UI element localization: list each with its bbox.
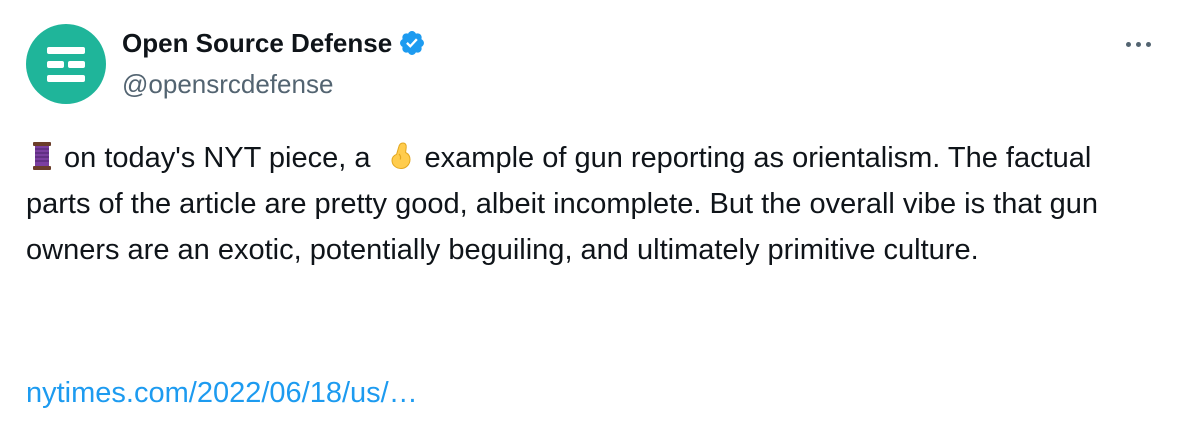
logo-bar-middle	[47, 60, 85, 68]
article-link[interactable]: nytimes.com/2022/06/18/us/…	[26, 370, 418, 416]
tweet-text-part-1: on today's NYT piece, a	[64, 142, 371, 174]
more-options-icon[interactable]	[1120, 30, 1156, 58]
verified-badge-icon[interactable]	[398, 29, 426, 57]
tweet-card[interactable]: Open Source Defense @opensrcdefense on t…	[0, 0, 1178, 438]
tweet-text: on today's NYT piece, a example of gun r…	[26, 135, 1156, 273]
pinching-hand-emoji	[391, 142, 411, 170]
logo-bar-bottom	[47, 74, 85, 82]
logo-bar-top	[47, 46, 85, 54]
author-handle[interactable]: @opensrcdefense	[122, 68, 333, 100]
author-name-row: Open Source Defense	[122, 27, 426, 59]
author-display-name[interactable]: Open Source Defense	[122, 27, 392, 59]
thread-spool-emoji	[33, 142, 51, 170]
avatar[interactable]	[26, 24, 106, 104]
